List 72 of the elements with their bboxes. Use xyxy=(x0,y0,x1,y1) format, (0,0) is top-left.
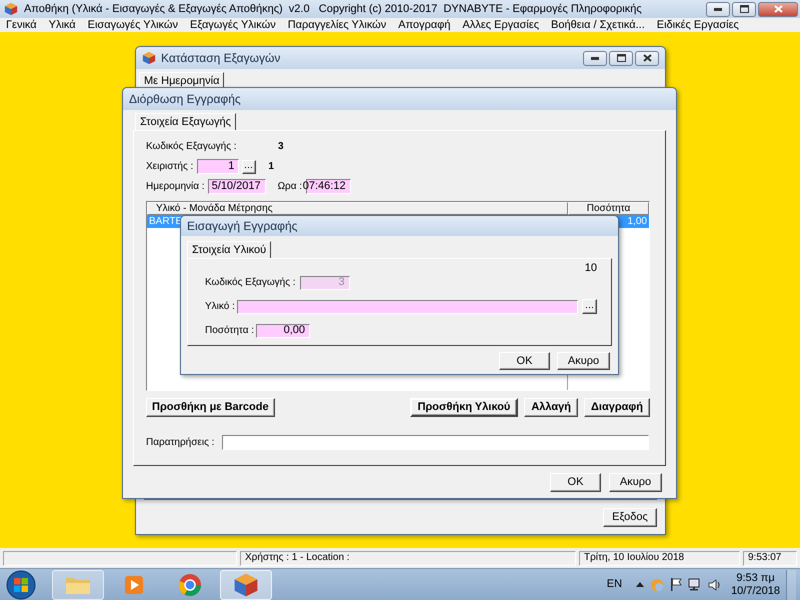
window-title: Κατάσταση Εξαγωγών xyxy=(161,50,280,67)
minimize-icon xyxy=(591,56,599,60)
user-location: Χρήστης : 1 - Location : xyxy=(240,550,576,566)
notes-field[interactable] xyxy=(222,435,649,450)
action-button[interactable]: Διαγραφή xyxy=(584,398,650,417)
tab[interactable]: Στοιχεία Υλικού xyxy=(187,241,272,258)
cancel-button[interactable]: Ακυρο xyxy=(609,473,662,492)
maximize-button[interactable] xyxy=(732,2,756,16)
field-label: Ημερομηνία : xyxy=(146,180,206,194)
table-cell-text: 1,00 xyxy=(626,215,648,228)
menu-item[interactable]: Εξαγωγές Υλικών xyxy=(186,20,280,30)
window-title: Αποθήκη (Υλικά - Εισαγωγές & Εξαγωγές Αποθήκης) v2.0 Copyright (c) 2010-2017 DYNABYTE - Εφαρμογές Πληροφορικής xyxy=(24,2,643,17)
app-icon xyxy=(142,51,156,65)
action-button[interactable]: Προσθήκη Υλικού xyxy=(410,398,518,417)
field-label: Ποσότητα : xyxy=(205,324,256,338)
browse-button[interactable] xyxy=(242,160,256,174)
flag-icon[interactable] xyxy=(670,578,682,591)
status-date: Τρίτη, 10 Ιουλίου 2018 xyxy=(579,550,740,566)
app-icon xyxy=(4,2,18,16)
maximize-icon xyxy=(740,5,748,13)
language-indicator[interactable]: EN xyxy=(606,576,622,593)
field-label: Κωδικός Εξαγωγής : xyxy=(205,276,297,290)
media-player-icon xyxy=(123,574,145,596)
ok-button[interactable]: OK xyxy=(499,352,550,370)
menu-item[interactable]: Γενικά xyxy=(2,20,41,30)
taskbar-button[interactable] xyxy=(220,570,272,600)
menu-item[interactable]: Παραγγελίες Υλικών xyxy=(284,20,390,30)
menu-item[interactable]: Ειδικές Εργασίες xyxy=(652,20,743,30)
window-title: Εισαγωγή Εγγραφής xyxy=(187,218,298,235)
close-button[interactable] xyxy=(635,50,659,66)
browse-button[interactable] xyxy=(582,299,597,314)
exit-button[interactable]: Εξοδος xyxy=(603,508,657,527)
field-label: Παρατηρήσεις : xyxy=(146,436,214,450)
menu-item[interactable]: Βοήθεια / Σχετικά... xyxy=(547,20,649,30)
menu-item[interactable]: Απογραφή xyxy=(394,20,455,30)
clock[interactable]: 9:53 πμ 10/7/2018 xyxy=(731,572,780,598)
menu-item[interactable]: Αλλες Εργασίες xyxy=(458,20,544,30)
maximize-button[interactable] xyxy=(609,50,633,66)
close-icon xyxy=(642,54,652,62)
time-field[interactable]: 07:46:12 xyxy=(306,179,351,194)
handler-field[interactable]: 1 xyxy=(197,159,240,174)
field-label: Χειριστής : xyxy=(146,160,194,174)
handler-name: 1 xyxy=(268,160,274,174)
chevron-up-icon[interactable] xyxy=(636,582,644,587)
record-count: 10 xyxy=(584,263,597,274)
tab[interactable]: Στοιχεία Εξαγωγής xyxy=(135,113,236,130)
close-icon xyxy=(774,5,782,13)
window-title: Διόρθωση Εγγραφής xyxy=(129,91,241,108)
date-field[interactable]: 5/10/2017 xyxy=(208,179,266,194)
minimize-icon xyxy=(714,8,722,10)
action-button[interactable]: Αλλαγή xyxy=(524,398,578,417)
export-code: 3 xyxy=(278,140,284,154)
network-icon[interactable] xyxy=(688,578,702,591)
column-header[interactable]: Υλικό - Μονάδα Μέτρησης xyxy=(147,202,568,215)
barcode-add-button[interactable]: Προσθήκη με Barcode xyxy=(146,398,275,417)
menu-item[interactable]: Εισαγωγές Υλικών xyxy=(84,20,182,30)
cancel-button[interactable]: Ακυρο xyxy=(557,352,610,370)
maximize-icon xyxy=(616,54,626,62)
app-icon xyxy=(233,572,259,598)
input-field[interactable]: 0,00 xyxy=(256,324,310,338)
minimize-button[interactable] xyxy=(583,50,607,66)
column-header[interactable]: Ποσότητα xyxy=(568,202,649,215)
speaker-icon[interactable] xyxy=(708,578,722,590)
status-time: 9:53:07 xyxy=(743,550,797,566)
input-field[interactable] xyxy=(237,300,578,314)
minimize-button[interactable] xyxy=(706,2,730,16)
browser-icon xyxy=(178,572,202,596)
field-label: Κωδικός Εξαγωγής : xyxy=(146,140,238,154)
menu-item[interactable]: Υλικά xyxy=(44,20,80,30)
start-button[interactable] xyxy=(4,570,38,600)
ok-button[interactable]: OK xyxy=(550,473,601,492)
field-label: Υλικό : xyxy=(205,300,236,314)
